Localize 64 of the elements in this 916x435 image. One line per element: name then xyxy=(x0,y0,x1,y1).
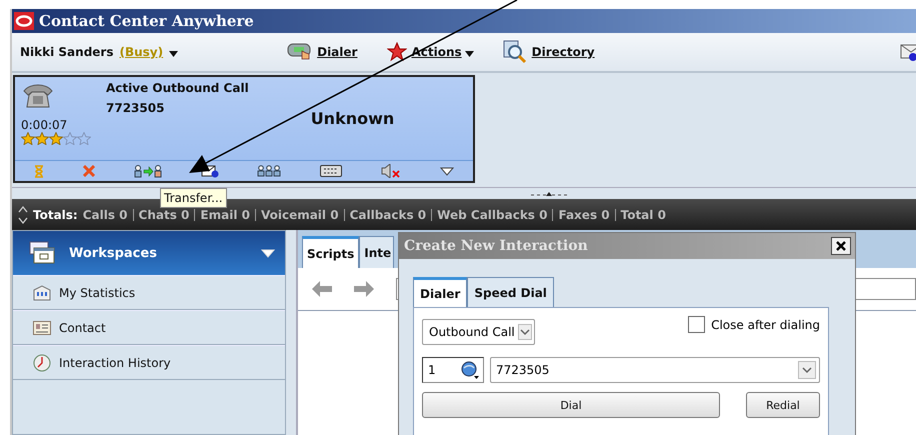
splitter-handle[interactable] xyxy=(529,191,569,196)
star-icon xyxy=(63,132,77,145)
chevron-icon xyxy=(798,361,816,379)
call-title: Active Outbound Call xyxy=(106,81,249,95)
phone-number-field[interactable]: 7723505 xyxy=(490,357,820,383)
envelope-icon[interactable] xyxy=(900,43,916,61)
workspace-item[interactable]: My Statistics xyxy=(13,275,285,310)
call-card[interactable]: 0:00:07 Active Outbound Call 7723505 Unknown xyxy=(13,75,475,183)
tooltip: Transfer... xyxy=(160,188,227,208)
window-title: Contact Center Anywhere xyxy=(39,12,254,30)
country-code-field[interactable]: 1 xyxy=(422,357,484,383)
contact-name: Unknown xyxy=(310,109,394,130)
dial-button[interactable]: Dial xyxy=(422,392,720,418)
dialog-title: Create New Interaction xyxy=(404,238,588,254)
clock-icon xyxy=(33,354,51,372)
total-count: Email 0 xyxy=(200,208,250,222)
globe-icon[interactable] xyxy=(461,361,479,379)
call-number: 7723505 xyxy=(106,101,166,115)
total-count: Callbacks 0 xyxy=(350,208,426,222)
star-icon xyxy=(77,132,91,145)
windows-icon xyxy=(29,241,55,265)
building-icon xyxy=(33,284,51,300)
caret-icon[interactable] xyxy=(464,51,474,57)
total-count: Total 0 xyxy=(620,208,666,222)
totals-label: Totals: xyxy=(33,208,78,222)
directory-link[interactable]: Directory xyxy=(532,45,595,59)
call-type-select[interactable]: Outbound Call xyxy=(422,319,535,345)
workspace-item[interactable]: Contact xyxy=(13,310,285,345)
logo-icon xyxy=(14,12,34,30)
workspaces-header[interactable]: Workspaces xyxy=(13,231,285,275)
dropdown-icon[interactable] xyxy=(440,166,454,176)
total-count: Voicemail 0 xyxy=(260,208,339,222)
keypad-icon[interactable] xyxy=(320,165,342,177)
magnifier-icon[interactable] xyxy=(502,40,528,64)
transfer-icon[interactable] xyxy=(134,164,162,178)
chevron-icon xyxy=(518,324,532,340)
star-icon xyxy=(35,132,49,145)
close-icon xyxy=(836,241,846,251)
star-icon[interactable] xyxy=(387,42,408,62)
forward-arrow-icon[interactable] xyxy=(354,281,374,297)
workspace-item[interactable]: Interaction History xyxy=(13,345,285,380)
mute-icon[interactable] xyxy=(380,164,401,178)
people-icon[interactable] xyxy=(257,165,282,177)
expand-icon[interactable] xyxy=(18,204,28,224)
dialog-tab[interactable]: Dialer xyxy=(413,277,468,307)
total-count: Calls 0 xyxy=(82,208,128,222)
star-icon xyxy=(49,132,63,145)
content-tab[interactable]: Scripts xyxy=(302,236,360,268)
agent-name: Nikki Sanders xyxy=(20,45,114,59)
total-count: Chats 0 xyxy=(138,208,190,222)
star-icon xyxy=(21,132,35,145)
total-count: Web Callbacks 0 xyxy=(437,208,548,222)
dialog-tab[interactable]: Speed Dial xyxy=(467,277,554,307)
call-timer: 0:00:07 xyxy=(21,118,68,132)
checkbox[interactable] xyxy=(688,316,706,333)
dialer-link[interactable]: Dialer xyxy=(317,45,358,59)
total-count: Faxes 0 xyxy=(558,208,610,222)
checkbox-label: Close after dialing xyxy=(711,318,820,332)
back-arrow-icon[interactable] xyxy=(312,281,332,297)
caret-icon[interactable] xyxy=(169,51,178,57)
contact-card-icon xyxy=(33,320,51,334)
content-tab[interactable]: Inte xyxy=(359,236,394,268)
close-button[interactable] xyxy=(831,237,851,255)
redial-button[interactable]: Redial xyxy=(746,392,820,418)
